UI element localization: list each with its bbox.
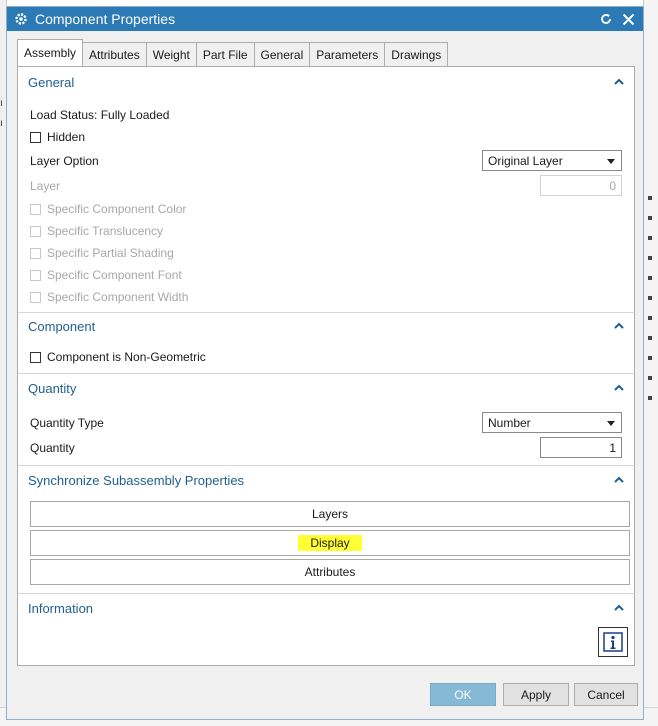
layer-option-select[interactable]: Original Layer — [482, 150, 622, 171]
information-section: Information — [18, 595, 634, 665]
background-glyph — [648, 196, 652, 200]
general-section: General Load Status: Fully Loaded Hidden… — [18, 69, 634, 313]
specific-width-checkbox — [30, 291, 41, 303]
layers-button[interactable]: Layers — [30, 501, 630, 527]
background-glyph — [648, 376, 652, 380]
quantity-section: Quantity Quantity Type Number Quantity 1 — [18, 375, 634, 466]
background-glyph: ı — [0, 98, 3, 109]
background-glyph — [648, 316, 652, 320]
layer-label: Layer — [30, 179, 61, 193]
tab-part-file[interactable]: Part File — [195, 42, 255, 66]
window-title: Component Properties — [35, 11, 176, 27]
layers-button-label: Layers — [311, 507, 349, 521]
specific-color-row: Specific Component Color — [30, 202, 186, 216]
synchronize-section-header[interactable]: Synchronize Subassembly Properties — [18, 467, 634, 493]
component-section: Component Component is Non-Geometric — [18, 313, 634, 374]
chevron-up-icon[interactable] — [612, 319, 626, 333]
background-glyph — [648, 256, 652, 260]
quantity-field[interactable]: 1 — [540, 437, 622, 458]
tab-weight[interactable]: Weight — [145, 42, 197, 66]
chevron-up-icon[interactable] — [612, 381, 626, 395]
quantity-value: 1 — [609, 440, 616, 455]
background-glyph — [648, 356, 652, 360]
tab-parameters[interactable]: Parameters — [309, 42, 386, 66]
quantity-type-label: Quantity Type — [30, 416, 104, 430]
specific-translucency-checkbox — [30, 225, 41, 237]
load-status: Load Status: Fully Loaded — [30, 108, 170, 122]
specific-partial-shading-row: Specific Partial Shading — [30, 246, 174, 260]
background-app-right-edge — [643, 0, 658, 726]
chevron-up-icon[interactable] — [612, 601, 626, 615]
quantity-type-value: Number — [488, 415, 531, 430]
specific-color-checkbox — [30, 203, 41, 215]
chevron-up-icon[interactable] — [612, 75, 626, 89]
specific-font-label: Specific Component Font — [47, 268, 182, 282]
specific-width-label: Specific Component Width — [47, 290, 189, 304]
hidden-label: Hidden — [47, 130, 86, 144]
hidden-checkbox-row[interactable]: Hidden — [30, 130, 85, 144]
section-title: Synchronize Subassembly Properties — [28, 472, 245, 488]
non-geometric-checkbox[interactable] — [30, 351, 41, 363]
quantity-type-select[interactable]: Number — [482, 412, 622, 433]
synchronize-section: Synchronize Subassembly Properties Layer… — [18, 467, 634, 594]
background-glyph — [648, 396, 652, 400]
specific-font-checkbox — [30, 269, 41, 281]
specific-color-label: Specific Component Color — [47, 202, 187, 216]
non-geometric-label: Component is Non-Geometric — [47, 350, 206, 364]
specific-translucency-row: Specific Translucency — [30, 224, 163, 238]
assembly-panel: General Load Status: Fully Loaded Hidden… — [17, 66, 635, 666]
layer-field: 0 — [540, 175, 622, 196]
specific-translucency-label: Specific Translucency — [47, 224, 164, 238]
title-bar: Component Properties — [7, 7, 643, 31]
section-title: Component — [28, 318, 96, 334]
section-title: Quantity — [28, 380, 77, 396]
component-section-header[interactable]: Component — [18, 313, 634, 339]
tab-drawings[interactable]: Drawings — [384, 42, 449, 66]
background-glyph — [648, 296, 652, 300]
information-section-header[interactable]: Information — [18, 595, 634, 621]
layer-option-value: Original Layer — [488, 153, 563, 168]
close-icon[interactable] — [619, 10, 637, 28]
display-button-label: Display — [298, 535, 362, 551]
reset-icon[interactable] — [597, 10, 615, 28]
specific-partial-shading-label: Specific Partial Shading — [47, 246, 174, 260]
quantity-label: Quantity — [30, 441, 75, 455]
non-geometric-row[interactable]: Component is Non-Geometric — [30, 350, 206, 364]
information-button[interactable] — [598, 627, 628, 657]
chevron-up-icon[interactable] — [612, 473, 626, 487]
background-glyph — [648, 236, 652, 240]
layer-option-label: Layer Option — [30, 154, 99, 168]
section-title: General — [28, 74, 75, 90]
background-glyph: ı — [0, 118, 3, 129]
dropdown-arrow-icon — [607, 421, 615, 426]
attributes-button[interactable]: Attributes — [30, 559, 630, 585]
component-properties-dialog: Component Properties Assembly Attributes… — [6, 6, 644, 720]
tab-strip: Assembly Attributes Weight Part File Gen… — [17, 39, 449, 66]
info-icon — [603, 632, 623, 652]
specific-width-row: Specific Component Width — [30, 290, 188, 304]
quantity-section-header[interactable]: Quantity — [18, 375, 634, 401]
gear-icon — [13, 11, 29, 27]
hidden-checkbox[interactable] — [30, 131, 41, 143]
background-glyph — [648, 216, 652, 220]
display-button[interactable]: Display — [30, 530, 630, 556]
section-title: Information — [28, 600, 94, 616]
layer-value: 0 — [609, 178, 616, 193]
general-section-header[interactable]: General — [18, 69, 634, 95]
specific-font-row: Specific Component Font — [30, 268, 182, 282]
dropdown-arrow-icon — [607, 159, 615, 164]
background-glyph — [648, 336, 652, 340]
tab-general[interactable]: General — [253, 42, 311, 66]
specific-partial-shading-checkbox — [30, 247, 41, 259]
attributes-button-label: Attributes — [304, 565, 356, 579]
tab-attributes[interactable]: Attributes — [82, 42, 147, 66]
background-glyph — [648, 276, 652, 280]
ok-button[interactable]: OK — [430, 683, 496, 706]
tab-assembly[interactable]: Assembly — [17, 39, 84, 66]
apply-button[interactable]: Apply — [503, 683, 569, 706]
cancel-button[interactable]: Cancel — [574, 683, 638, 706]
